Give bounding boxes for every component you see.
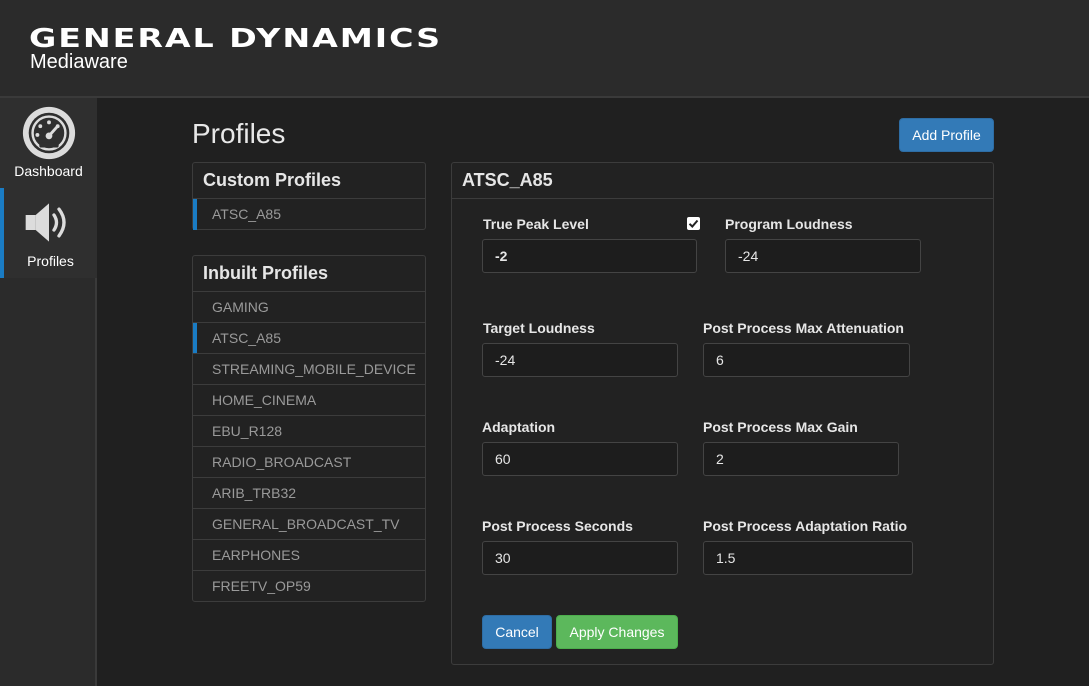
inbuilt-profile-item[interactable]: EARPHONES bbox=[193, 540, 425, 571]
profile-detail-panel: ATSC_A85 bbox=[451, 162, 994, 665]
page-title: Profiles bbox=[192, 118, 286, 149]
post-process-seconds-input[interactable] bbox=[482, 541, 678, 575]
true-peak-checkbox[interactable] bbox=[687, 217, 700, 230]
profile-detail-title: ATSC_A85 bbox=[452, 163, 993, 199]
brand-product: Mediaware bbox=[30, 51, 128, 73]
post-process-seconds-label: Post Process Seconds bbox=[482, 518, 633, 534]
inbuilt-profile-item[interactable]: HOME_CINEMA bbox=[193, 385, 425, 416]
adaptation-ratio-input[interactable] bbox=[703, 541, 913, 575]
true-peak-label: True Peak Level bbox=[483, 216, 589, 232]
inbuilt-profiles-heading: Inbuilt Profiles bbox=[193, 256, 425, 292]
adaptation-ratio-label: Post Process Adaptation Ratio bbox=[703, 518, 908, 534]
apply-changes-button[interactable]: Apply Changes bbox=[556, 615, 678, 649]
speaker-icon bbox=[25, 203, 66, 242]
cancel-button[interactable]: Cancel bbox=[482, 615, 552, 649]
nav-label-dashboard: Dashboard bbox=[14, 163, 83, 179]
custom-profiles-panel: Custom Profiles ATSC_A85 bbox=[192, 162, 426, 230]
brand-name: GENERAL DYNAMICS bbox=[29, 24, 442, 54]
adaptation-input[interactable] bbox=[482, 442, 678, 476]
inbuilt-profiles-panel: Inbuilt Profiles GAMING ATSC_A85 STREAMI… bbox=[192, 255, 426, 602]
target-loudness-input[interactable] bbox=[482, 343, 678, 377]
inbuilt-profile-item[interactable]: GAMING bbox=[193, 292, 425, 323]
app-header: GENERAL DYNAMICS Mediaware bbox=[0, 0, 1089, 98]
add-profile-button[interactable]: Add Profile bbox=[899, 118, 994, 152]
adaptation-label: Adaptation bbox=[482, 419, 556, 435]
nav-item-profiles[interactable]: Profiles bbox=[0, 188, 97, 278]
checkmark-icon bbox=[688, 219, 699, 228]
max-gain-label: Post Process Max Gain bbox=[703, 419, 858, 435]
max-gain-input[interactable] bbox=[703, 442, 899, 476]
true-peak-input[interactable] bbox=[482, 239, 697, 273]
nav-item-dashboard[interactable]: Dashboard bbox=[0, 98, 97, 188]
custom-profiles-heading: Custom Profiles bbox=[193, 163, 425, 199]
max-attenuation-input[interactable] bbox=[703, 343, 910, 377]
inbuilt-profile-item[interactable]: RADIO_BROADCAST bbox=[193, 447, 425, 478]
sidebar: Dashboard Profiles bbox=[0, 98, 97, 686]
inbuilt-profile-item[interactable]: STREAMING_MOBILE_DEVICE bbox=[193, 354, 425, 385]
nav-label-profiles: Profiles bbox=[27, 253, 74, 269]
dashboard-gauge-icon bbox=[22, 106, 76, 160]
inbuilt-profile-item[interactable]: FREETV_OP59 bbox=[193, 571, 425, 602]
inbuilt-profile-item[interactable]: GENERAL_BROADCAST_TV bbox=[193, 509, 425, 540]
program-loudness-input[interactable] bbox=[725, 239, 921, 273]
custom-profile-item[interactable]: ATSC_A85 bbox=[193, 199, 425, 230]
inbuilt-profile-item[interactable]: ARIB_TRB32 bbox=[193, 478, 425, 509]
inbuilt-profile-item[interactable]: ATSC_A85 bbox=[193, 323, 425, 354]
target-loudness-label: Target Loudness bbox=[483, 320, 595, 336]
program-loudness-label: Program Loudness bbox=[725, 216, 853, 232]
max-attenuation-label: Post Process Max Attenuation bbox=[703, 320, 904, 336]
inbuilt-profile-item[interactable]: EBU_R128 bbox=[193, 416, 425, 447]
